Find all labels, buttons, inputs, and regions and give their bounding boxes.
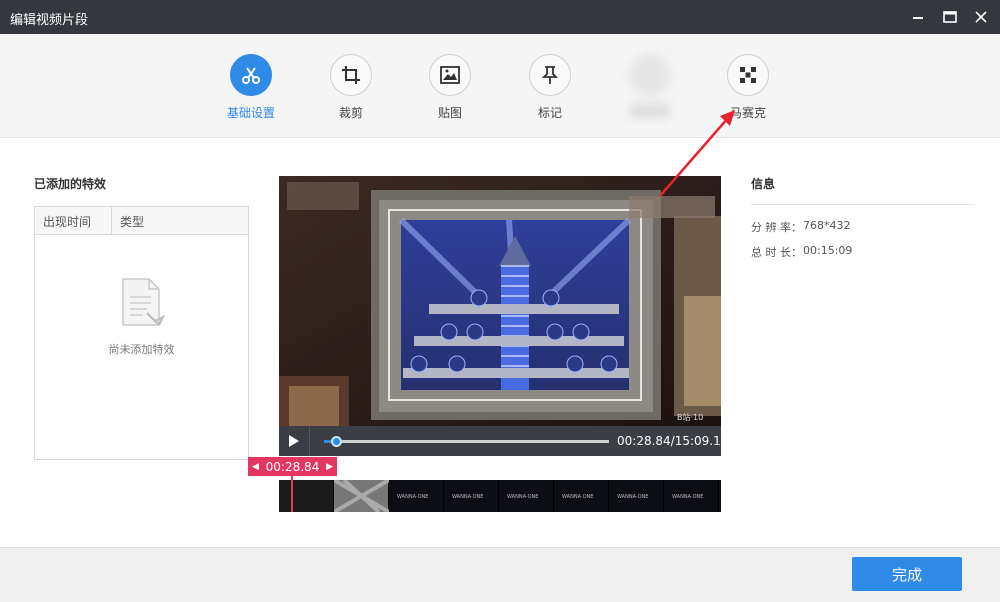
- image-icon: [429, 54, 471, 96]
- done-button[interactable]: 完成: [852, 557, 962, 591]
- marker-prev-icon[interactable]: ◀: [252, 462, 259, 472]
- filmstrip-frame: WANNA·ONE: [554, 480, 609, 512]
- pin-icon: [529, 54, 571, 96]
- duration-label: 总 时 长：: [751, 246, 802, 259]
- window-title: 编辑视频片段: [10, 13, 89, 28]
- effects-list-header: 出现时间 类型: [35, 207, 248, 235]
- tool-blurred[interactable]: [610, 54, 690, 118]
- title-bar: 编辑视频片段: [0, 0, 1000, 34]
- tool-marker[interactable]: 标记: [510, 54, 590, 121]
- playhead-line: [291, 476, 293, 512]
- tool-label: 贴图: [437, 106, 462, 120]
- footer-bar: [0, 547, 1000, 602]
- filmstrip-frame: [279, 480, 334, 512]
- tool-label: 马赛克: [729, 106, 766, 120]
- crop-icon: [330, 54, 372, 96]
- tool-crop[interactable]: 裁剪: [311, 54, 391, 121]
- empty-state: 尚未添加特效: [35, 277, 248, 357]
- scissors-icon: [230, 54, 272, 96]
- blurred-icon: [629, 54, 671, 96]
- minimize-button[interactable]: [906, 5, 930, 29]
- resolution-value: 768*432: [803, 219, 851, 232]
- time-display: 00:28.84/15:09.16: [617, 434, 729, 448]
- video-preview[interactable]: B站·10: [279, 176, 721, 426]
- tool-label: 基础设置: [226, 106, 275, 120]
- mosaic-icon: [727, 54, 769, 96]
- close-button[interactable]: [969, 5, 993, 29]
- filmstrip[interactable]: WANNA·ONE WANNA·ONE WANNA·ONE WANNA·ONE …: [279, 480, 721, 512]
- empty-text: 尚未添加特效: [108, 343, 175, 356]
- resolution-label: 分 辨 率：: [751, 221, 802, 234]
- column-header-type[interactable]: 类型: [112, 207, 152, 234]
- video-watermark: B站·10: [677, 413, 704, 422]
- filmstrip-frame: WANNA·ONE: [609, 480, 664, 512]
- marker-time: 00:28.84: [265, 459, 320, 474]
- tool-bar: 基础设置 裁剪 贴图 标记 马赛克: [0, 34, 1000, 138]
- time-marker[interactable]: ◀ 00:28.84 ▶: [248, 457, 337, 476]
- info-resolution: 分 辨 率： 768*432: [751, 219, 973, 235]
- effects-title: 已添加的特效: [34, 177, 107, 191]
- filmstrip-frame: WANNA·ONE: [444, 480, 499, 512]
- duration-value: 00:15:09: [803, 244, 853, 257]
- tool-basic-settings[interactable]: 基础设置: [211, 54, 291, 121]
- play-icon: [289, 435, 299, 447]
- maximize-icon: [943, 11, 957, 23]
- tool-label: [630, 104, 670, 118]
- filmstrip-frame: WANNA·ONE: [499, 480, 554, 512]
- tool-mosaic[interactable]: 马赛克: [708, 54, 788, 121]
- filmstrip-frame: WANNA·ONE: [664, 480, 719, 512]
- tool-label: 标记: [537, 106, 562, 120]
- progress-track[interactable]: [324, 440, 609, 443]
- empty-document-icon: [121, 278, 165, 326]
- column-header-time[interactable]: 出现时间: [35, 207, 112, 234]
- play-button[interactable]: [279, 426, 310, 456]
- filmstrip-frame: [332, 480, 391, 512]
- tool-label: 裁剪: [338, 106, 363, 120]
- info-panel: 信息 分 辨 率： 768*432 总 时 长： 00:15:09: [751, 175, 973, 260]
- effects-list[interactable]: 出现时间 类型 尚未添加特效: [34, 206, 249, 460]
- marker-next-icon[interactable]: ▶: [326, 462, 333, 472]
- progress-knob[interactable]: [331, 436, 343, 447]
- video-frame-image: [279, 176, 721, 426]
- close-icon: [975, 11, 987, 23]
- info-title: 信息: [751, 175, 973, 205]
- info-duration: 总 时 长： 00:15:09: [751, 244, 973, 260]
- effects-panel: 已添加的特效 出现时间 类型 尚未添加特效: [34, 175, 250, 460]
- player-controls: 00:28.84/15:09.16: [279, 426, 728, 456]
- tool-sticker[interactable]: 贴图: [410, 54, 490, 121]
- minimize-icon: [913, 17, 923, 19]
- maximize-button[interactable]: [938, 5, 962, 29]
- filmstrip-frame: WANNA·ONE: [389, 480, 444, 512]
